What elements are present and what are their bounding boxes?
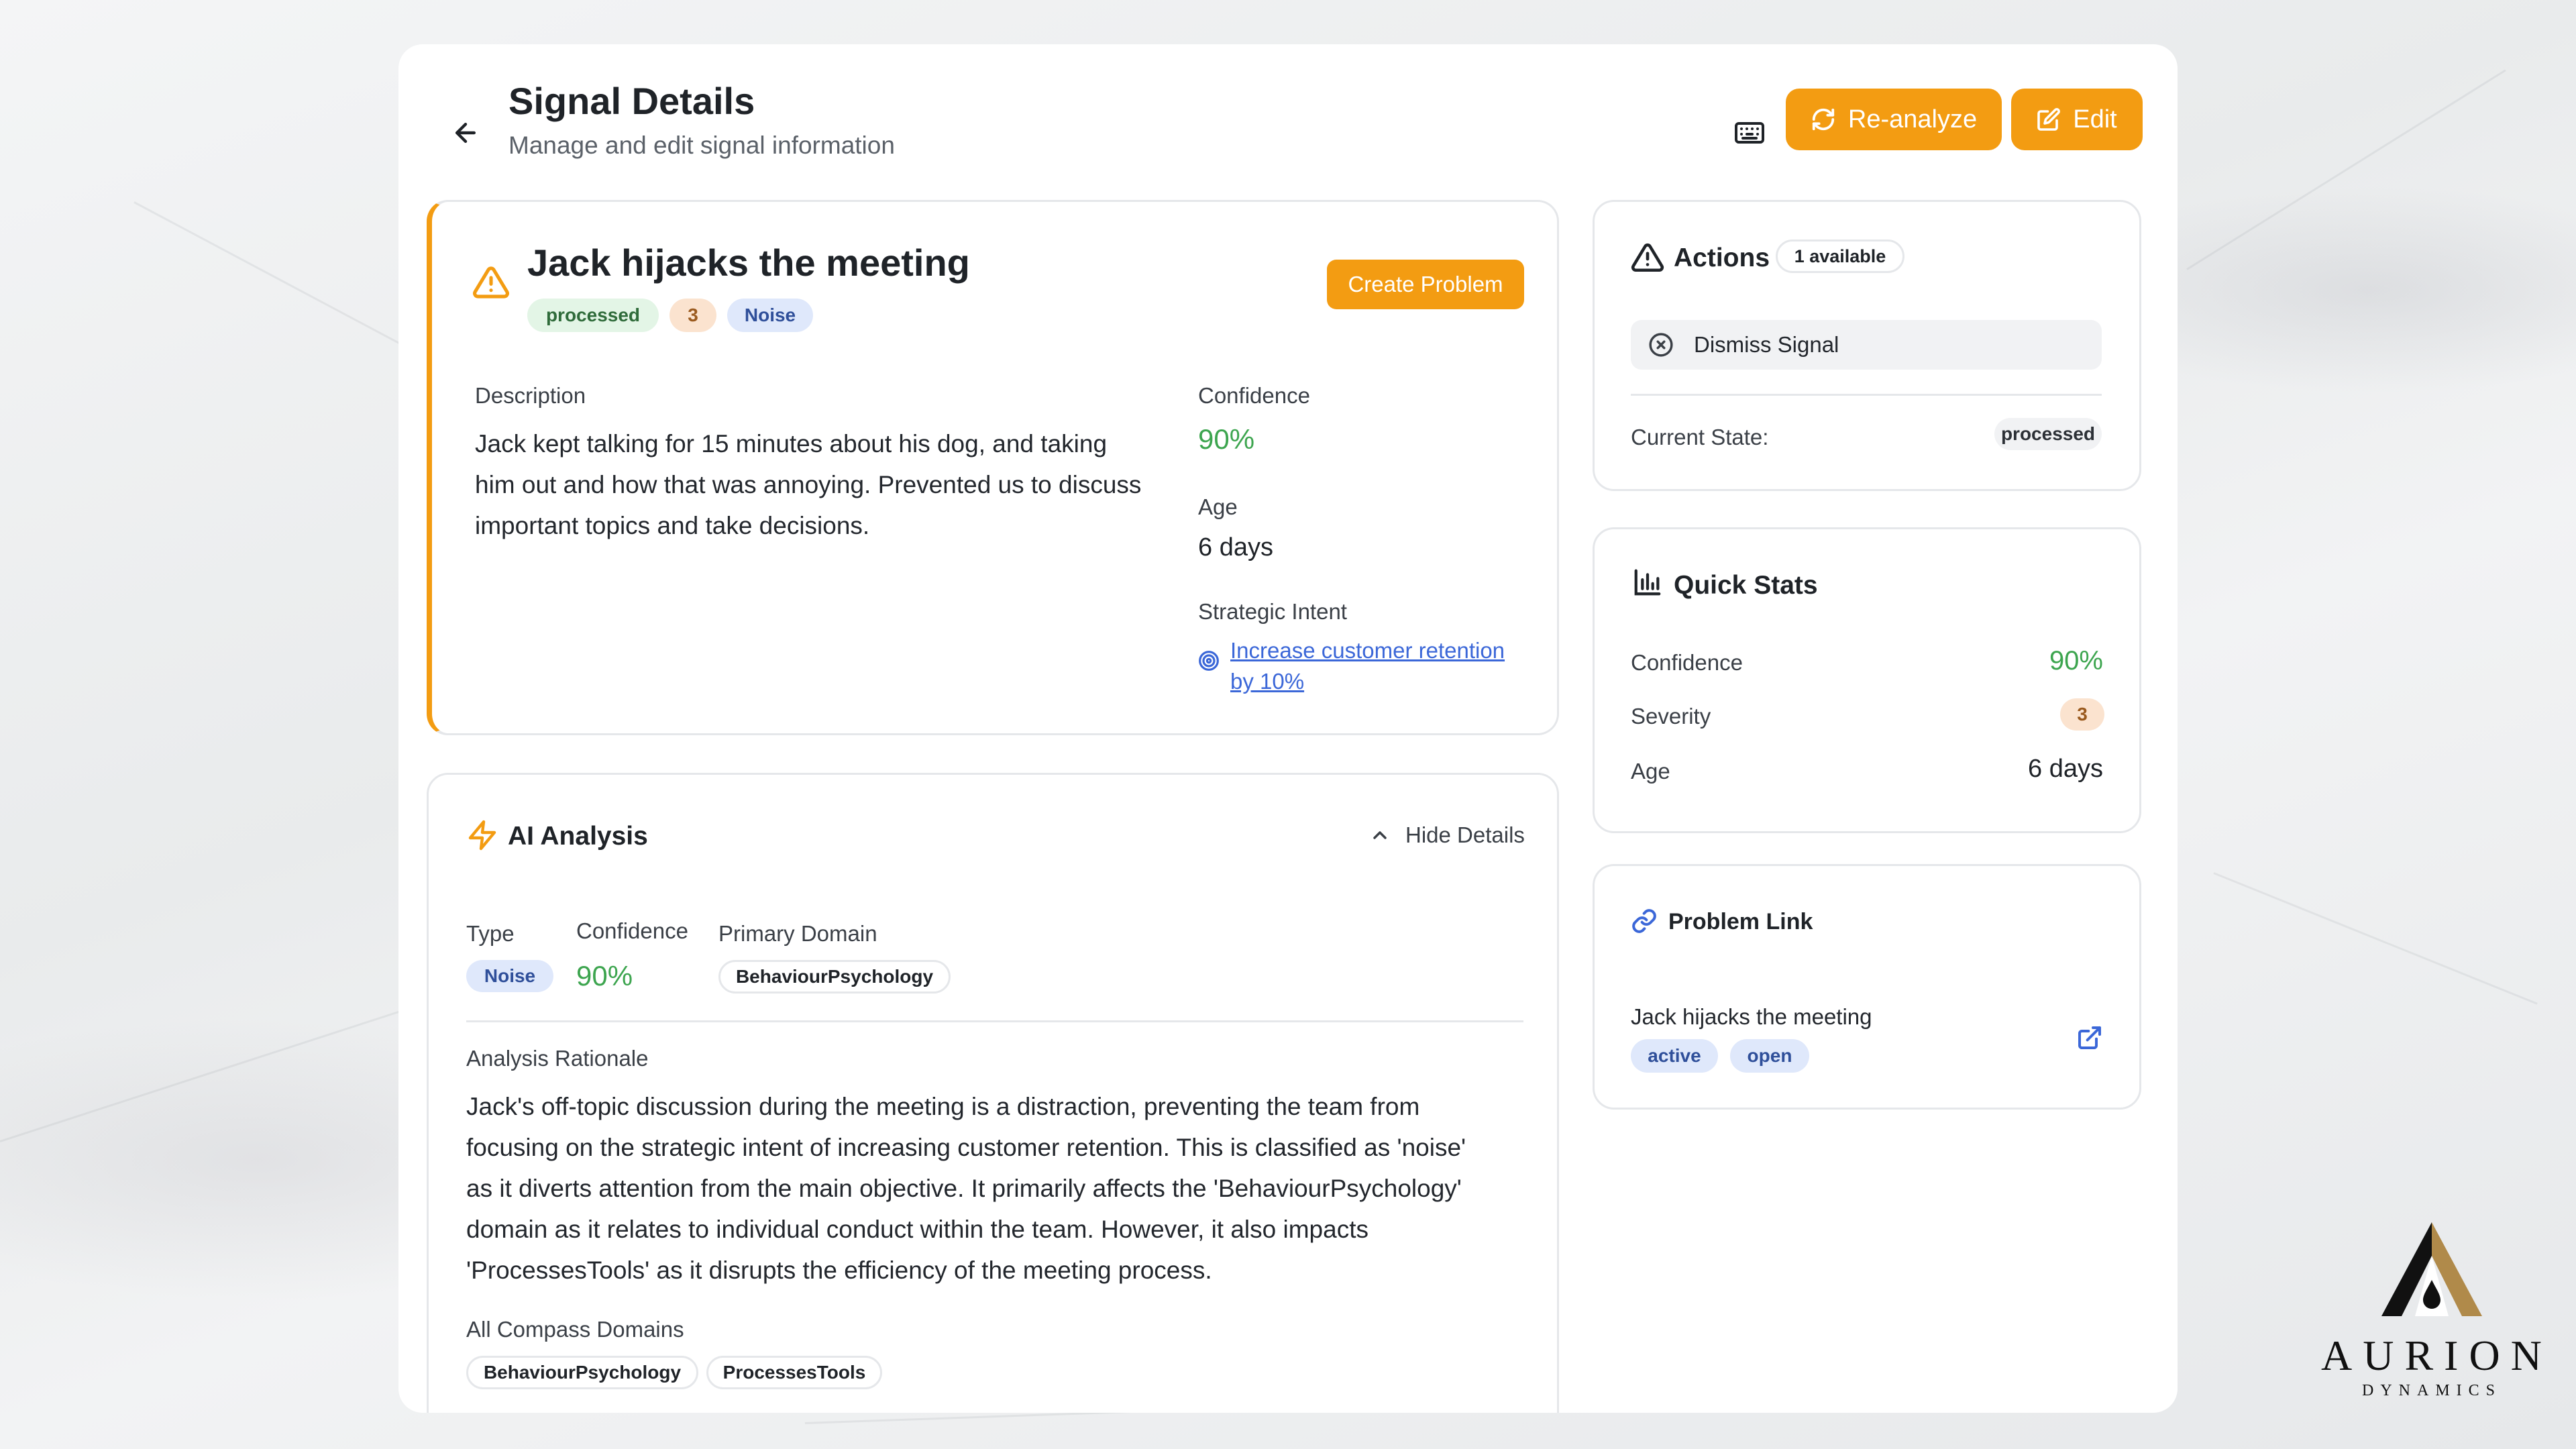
strategic-intent-link[interactable]: Increase customer retention by 10% — [1230, 635, 1505, 697]
actions-title: Actions — [1674, 244, 1770, 272]
age-value: 6 days — [1198, 533, 1273, 561]
description-text: Jack kept talking for 15 minutes about h… — [475, 430, 1142, 539]
dismiss-signal-button[interactable]: Dismiss Signal — [1631, 320, 2102, 370]
confidence-label: Confidence — [1198, 383, 1310, 408]
primary-domain-badge: BehaviourPsychology — [718, 960, 951, 994]
stats-age-label: Age — [1631, 759, 1670, 784]
stats-confidence-label: Confidence — [1631, 650, 1743, 675]
rationale-label: Analysis Rationale — [466, 1046, 649, 1071]
page-title: Signal Details — [508, 80, 755, 122]
x-circle-icon — [1649, 333, 1673, 357]
compass-domain-badge: BehaviourPsychology — [466, 1356, 698, 1389]
lightning-icon — [468, 820, 496, 851]
signal-title: Jack hijacks the meeting — [527, 241, 970, 284]
page-subtitle: Manage and edit signal information — [508, 131, 895, 159]
problem-status-badge: open — [1730, 1039, 1809, 1073]
warning-triangle-icon — [473, 266, 509, 299]
ai-analysis-title: AI Analysis — [508, 822, 648, 851]
quick-stats-title: Quick Stats — [1674, 571, 1818, 600]
problem-link-card: Problem Link Jack hijacks the meeting ac… — [1593, 864, 2141, 1110]
ai-analysis-card: AI Analysis Hide Details Type Noise Conf… — [427, 773, 1559, 1413]
severity-badge: 3 — [669, 299, 716, 332]
analysis-type-badge: Noise — [466, 960, 553, 992]
divider — [466, 1020, 1523, 1022]
age-label: Age — [1198, 494, 1238, 519]
target-icon — [1199, 651, 1219, 671]
divider — [1631, 394, 2102, 396]
analysis-confidence-label: Confidence — [576, 918, 688, 943]
linked-problem-name[interactable]: Jack hijacks the meeting — [1631, 1004, 1872, 1030]
reanalyze-button[interactable]: Re-analyze — [1786, 89, 2002, 150]
back-button[interactable] — [439, 106, 492, 160]
keyboard-shortcuts-button[interactable] — [1723, 106, 1776, 160]
status-badge: processed — [527, 299, 659, 332]
dismiss-signal-label: Dismiss Signal — [1694, 332, 1839, 357]
stats-confidence-value: 90% — [2049, 646, 2103, 676]
description-label: Description — [475, 383, 586, 408]
analysis-confidence-value: 90% — [576, 960, 633, 991]
stats-severity-badge: 3 — [2060, 698, 2104, 731]
alert-triangle-icon — [1631, 243, 1664, 272]
problem-status-badge: active — [1631, 1039, 1718, 1073]
current-state-badge: processed — [1994, 418, 2102, 450]
analysis-type-label: Type — [466, 921, 515, 946]
arrow-left-icon — [455, 122, 476, 144]
confidence-value: 90% — [1198, 423, 1255, 455]
actions-card: Actions 1 available Dismiss Signal Curre… — [1593, 200, 2141, 491]
aurion-dynamics-logo: AURION DYNAMICS — [2321, 1216, 2542, 1403]
primary-domain-label: Primary Domain — [718, 921, 877, 946]
rationale-text: Jack's off-topic discussion during the m… — [466, 1093, 1466, 1284]
edit-button[interactable]: Edit — [2011, 89, 2143, 150]
brand-name: AURION — [2321, 1332, 2553, 1379]
stats-severity-label: Severity — [1631, 704, 1711, 729]
strategic-intent-label: Strategic Intent — [1198, 599, 1347, 624]
edit-icon — [2037, 108, 2061, 131]
compass-domain-badge: ProcessesTools — [706, 1356, 882, 1389]
reanalyze-label: Re-analyze — [1847, 105, 1978, 133]
hide-details-button[interactable]: Hide Details — [1369, 815, 1525, 855]
keyboard-icon — [1735, 122, 1764, 144]
signal-card: Jack hijacks the meeting processed 3 Noi… — [427, 200, 1559, 735]
quick-stats-card: Quick Stats Confidence 90% Severity 3 Ag… — [1593, 527, 2141, 833]
create-problem-button[interactable]: Create Problem — [1327, 260, 1524, 309]
external-link-icon[interactable] — [2076, 1024, 2103, 1051]
link-icon — [1632, 909, 1656, 933]
current-state-label: Current State: — [1631, 425, 1769, 449]
stats-age-value: 6 days — [2028, 755, 2103, 783]
brand-tagline: DYNAMICS — [2361, 1382, 2502, 1399]
hide-details-label: Hide Details — [1405, 822, 1525, 847]
aurion-mountain-icon — [2381, 1222, 2482, 1316]
problem-link-title: Problem Link — [1668, 909, 1813, 934]
bar-chart-icon — [1634, 569, 1661, 596]
available-count-badge: 1 available — [1776, 239, 1904, 273]
signal-details-panel: Signal Details Manage and edit signal in… — [398, 44, 2178, 1413]
edit-label: Edit — [2073, 105, 2117, 133]
chevron-up-icon — [1373, 831, 1387, 839]
type-badge: Noise — [727, 299, 813, 332]
refresh-icon — [1812, 108, 1835, 131]
compass-domains-label: All Compass Domains — [466, 1317, 684, 1342]
